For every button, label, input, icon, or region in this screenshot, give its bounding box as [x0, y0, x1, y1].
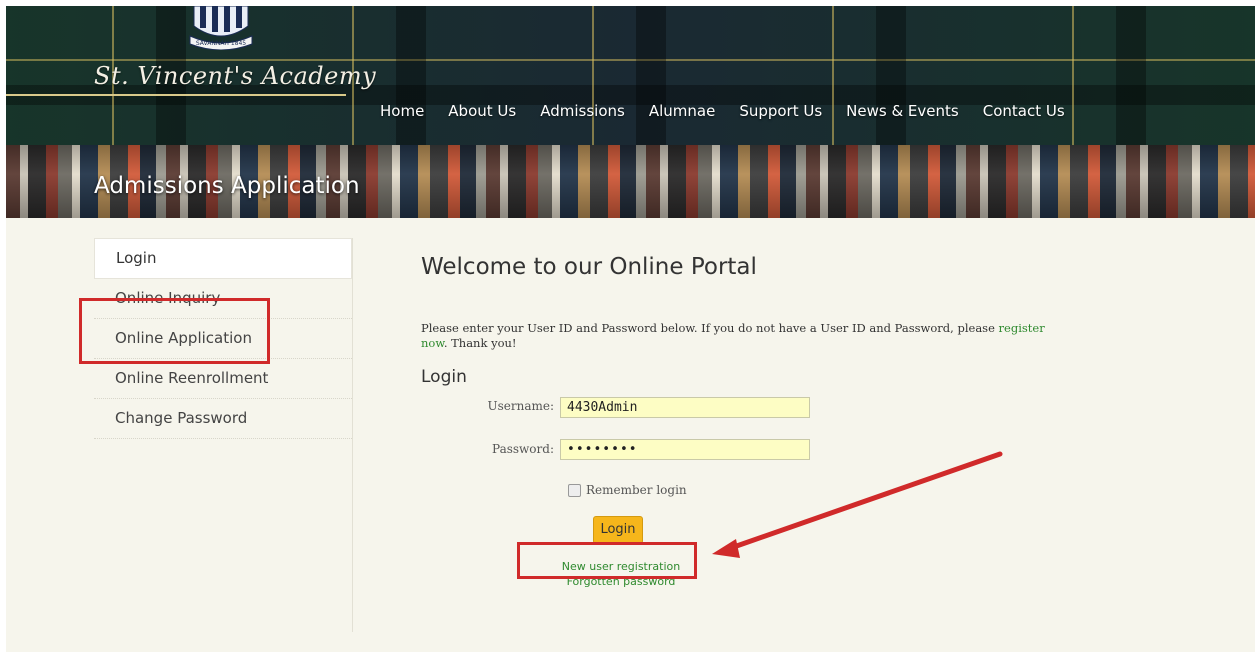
- login-heading: Login: [421, 367, 467, 387]
- password-input[interactable]: ••••••••: [560, 439, 810, 460]
- banner-title: Admissions Application: [94, 173, 360, 199]
- nav-support-us[interactable]: Support Us: [739, 102, 822, 120]
- intro-sentence: Please enter your User ID and Password b…: [421, 321, 995, 335]
- intro-text: Please enter your User ID and Password b…: [421, 321, 1061, 351]
- login-button[interactable]: Login: [593, 516, 643, 544]
- page-frame: SAVANNAH 1845 St. Vincent's Academy Home…: [6, 6, 1255, 652]
- nav-alumnae[interactable]: Alumnae: [649, 102, 715, 120]
- sidebar-item-online-reenrollment[interactable]: Online Reenrollment: [94, 359, 352, 399]
- sidebar-item-login[interactable]: Login: [94, 238, 352, 279]
- forgotten-password-link[interactable]: Forgotten password: [546, 575, 696, 588]
- crest-text: SAVANNAH 1845: [196, 40, 246, 47]
- username-input[interactable]: 4430Admin: [560, 397, 810, 418]
- sidebar: Login Online Inquiry Online Application …: [94, 238, 353, 632]
- sidebar-item-change-password[interactable]: Change Password: [94, 399, 352, 439]
- password-label: Password:: [492, 442, 554, 456]
- remember-login[interactable]: Remember login: [568, 483, 687, 497]
- username-label: Username:: [487, 399, 554, 413]
- title-divider: [6, 94, 346, 96]
- main-nav: Home About Us Admissions Alumnae Support…: [380, 102, 1089, 120]
- new-user-registration-link[interactable]: New user registration: [546, 560, 696, 573]
- sidebar-item-online-inquiry[interactable]: Online Inquiry: [94, 279, 352, 319]
- site-title[interactable]: St. Vincent's Academy: [94, 62, 376, 90]
- site-header: SAVANNAH 1845 St. Vincent's Academy Home…: [6, 6, 1255, 145]
- remember-checkbox[interactable]: [568, 483, 581, 497]
- nav-home[interactable]: Home: [380, 102, 424, 120]
- nav-admissions[interactable]: Admissions: [540, 102, 625, 120]
- page-banner: Admissions Application: [6, 145, 1255, 218]
- nav-contact-us[interactable]: Contact Us: [983, 102, 1065, 120]
- sidebar-item-online-application[interactable]: Online Application: [94, 319, 352, 359]
- nav-about-us[interactable]: About Us: [448, 102, 516, 120]
- page-title: Welcome to our Online Portal: [421, 254, 757, 280]
- nav-news-events[interactable]: News & Events: [846, 102, 959, 120]
- remember-label: Remember login: [586, 483, 687, 497]
- crest-logo[interactable]: SAVANNAH 1845: [186, 6, 256, 50]
- intro-end: . Thank you!: [443, 336, 517, 350]
